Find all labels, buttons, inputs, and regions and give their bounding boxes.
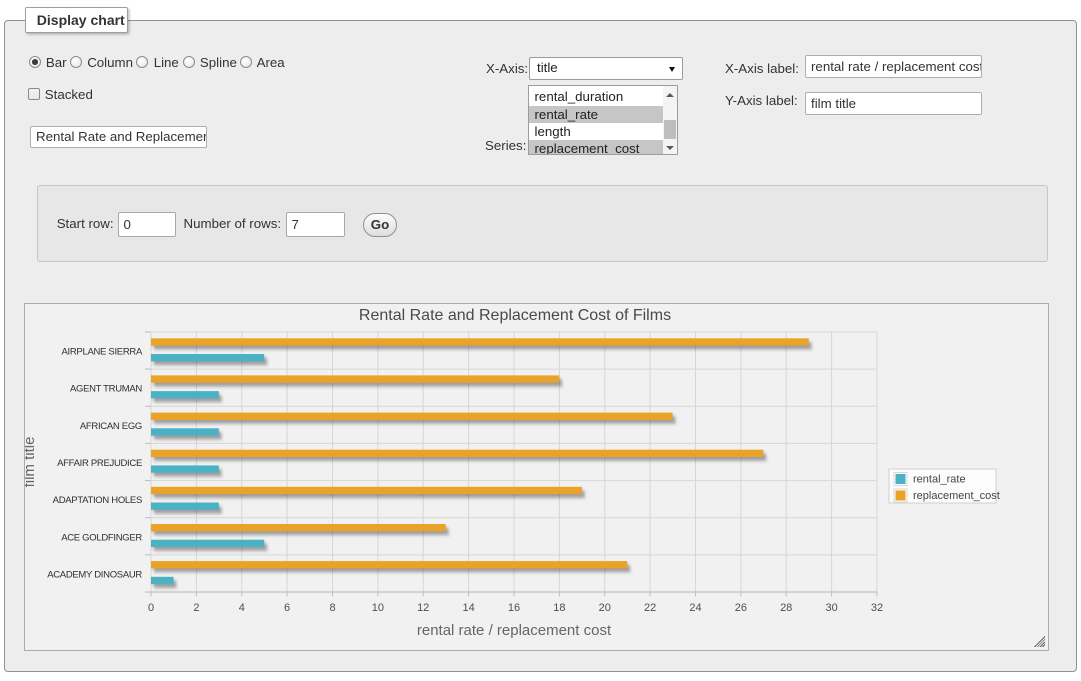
svg-text:14: 14 xyxy=(462,602,474,614)
svg-text:22: 22 xyxy=(644,602,656,614)
svg-text:ACADEMY DINOSAUR: ACADEMY DINOSAUR xyxy=(47,569,142,580)
svg-text:ADAPTATION HOLES: ADAPTATION HOLES xyxy=(53,495,142,506)
svg-text:ACE GOLDFINGER: ACE GOLDFINGER xyxy=(61,532,142,543)
svg-text:32: 32 xyxy=(871,602,883,614)
svg-text:replacement_cost: replacement_cost xyxy=(913,490,1000,502)
svg-text:18: 18 xyxy=(553,602,565,614)
svg-text:4: 4 xyxy=(239,602,245,614)
svg-text:Rental Rate and Replacement Co: Rental Rate and Replacement Cost of Film… xyxy=(359,307,671,324)
svg-text:AIRPLANE SIERRA: AIRPLANE SIERRA xyxy=(62,347,143,358)
svg-text:AFRICAN EGG: AFRICAN EGG xyxy=(80,421,142,432)
svg-text:rental rate / replacement cost: rental rate / replacement cost xyxy=(417,622,612,639)
svg-text:AFFAIR PREJUDICE: AFFAIR PREJUDICE xyxy=(57,458,142,469)
svg-text:8: 8 xyxy=(329,602,335,614)
svg-text:0: 0 xyxy=(148,602,154,614)
svg-text:16: 16 xyxy=(508,602,520,614)
svg-text:10: 10 xyxy=(372,602,384,614)
svg-text:24: 24 xyxy=(689,602,701,614)
svg-text:26: 26 xyxy=(735,602,747,614)
svg-text:AGENT TRUMAN: AGENT TRUMAN xyxy=(70,384,142,395)
svg-text:30: 30 xyxy=(825,602,837,614)
svg-text:20: 20 xyxy=(599,602,611,614)
svg-text:rental_rate: rental_rate xyxy=(913,474,966,486)
svg-text:6: 6 xyxy=(284,602,290,614)
svg-text:28: 28 xyxy=(780,602,792,614)
svg-text:2: 2 xyxy=(193,602,199,614)
svg-text:12: 12 xyxy=(417,602,429,614)
svg-text:film title: film title xyxy=(25,437,38,488)
